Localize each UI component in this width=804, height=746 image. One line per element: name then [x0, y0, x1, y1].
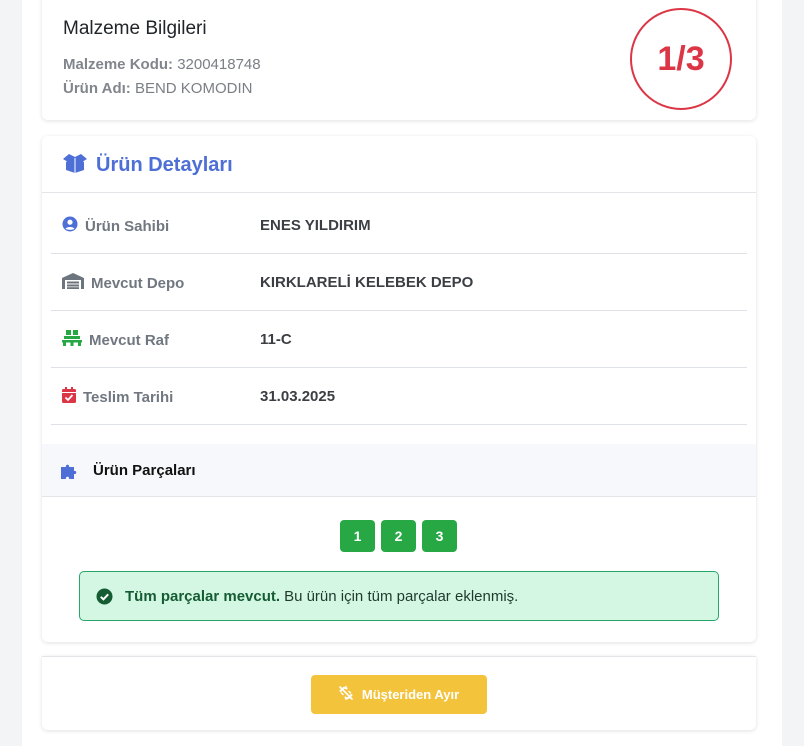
product-details-title: Ürün Detayları	[96, 154, 233, 176]
detail-row-shelf: Mevcut Raf 11-C	[51, 311, 747, 368]
product-name-row: Ürün Adı: BEND KOMODIN	[63, 80, 252, 97]
product-parts-title: Ürün Parçaları	[93, 462, 196, 479]
material-info-card: Malzeme Bilgileri Malzeme Kodu: 32004187…	[42, 0, 756, 120]
calendar-check-icon	[62, 387, 76, 407]
detach-from-customer-button[interactable]: Müşteriden Ayır	[311, 675, 487, 714]
product-name-value: BEND KOMODIN	[134, 80, 253, 97]
detail-value: KIRKLARELİ KELEBEK DEPO	[260, 274, 474, 291]
product-name-label: Ürün Adı:	[63, 80, 131, 97]
detail-label: Teslim Tarihi	[83, 388, 174, 406]
material-code-row: Malzeme Kodu: 3200418748	[63, 56, 261, 73]
detail-label: Mevcut Depo	[91, 274, 185, 292]
unlink-icon	[339, 685, 353, 703]
alert-title: Tüm parçalar mevcut.	[125, 587, 281, 605]
product-parts-header: Ürün Parçaları	[42, 444, 756, 497]
material-code-label: Malzeme Kodu:	[63, 56, 174, 73]
detach-button-label: Müşteriden Ayır	[361, 687, 460, 702]
part-button-2[interactable]: 2	[381, 520, 416, 552]
product-details-header: Ürün Detayları	[42, 136, 756, 193]
detail-row-delivery-date: Teslim Tarihi 31.03.2025	[51, 368, 747, 425]
pallet-icon	[62, 330, 82, 350]
detail-label: Mevcut Raf	[89, 331, 170, 349]
item-counter-badge: 1/3	[630, 8, 732, 110]
detail-value: 11-C	[260, 331, 292, 348]
alert-message: Bu ürün için tüm parçalar eklenmiş.	[284, 587, 519, 605]
puzzle-piece-icon	[61, 462, 79, 485]
material-info-title: Malzeme Bilgileri	[63, 18, 207, 39]
warehouse-icon	[62, 273, 84, 293]
parts-status-alert: Tüm parçalar mevcut. Bu ürün için tüm pa…	[79, 571, 719, 621]
detail-row-owner: Ürün Sahibi ENES YILDIRIM	[51, 197, 747, 254]
box-open-icon	[62, 153, 88, 178]
material-code-value: 3200418748	[177, 56, 261, 73]
detail-value: ENES YILDIRIM	[260, 217, 371, 234]
check-circle-icon	[96, 588, 113, 605]
part-button-1[interactable]: 1	[340, 520, 375, 552]
product-details-card: Ürün Detayları Ürün Sahibi ENES YILDIRIM	[42, 136, 756, 642]
user-circle-icon	[62, 216, 78, 236]
detail-row-warehouse: Mevcut Depo KIRKLARELİ KELEBEK DEPO	[51, 254, 747, 311]
part-button-3[interactable]: 3	[422, 520, 457, 552]
actions-card: Müşteriden Ayır	[42, 656, 756, 730]
detail-value: 31.03.2025	[260, 388, 336, 405]
detail-label: Ürün Sahibi	[85, 217, 170, 235]
parts-pagination: 1 2 3	[340, 520, 457, 552]
